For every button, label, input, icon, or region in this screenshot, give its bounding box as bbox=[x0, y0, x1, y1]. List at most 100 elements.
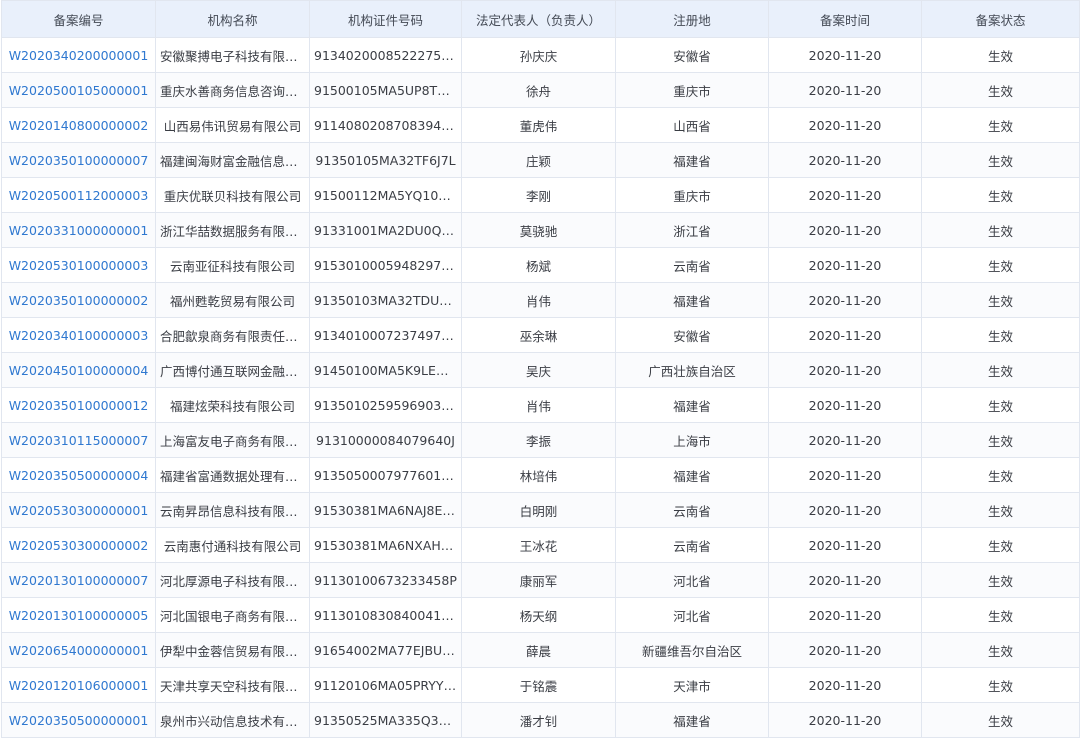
registered-location-cell: 浙江省 bbox=[615, 212, 769, 248]
filing-status-cell: 生效 bbox=[921, 597, 1080, 633]
certificate-number-cell: 913401000723749760 bbox=[309, 317, 462, 353]
registered-location-cell: 福建省 bbox=[615, 457, 769, 493]
certificate-number-cell: 91450100MA5K9LEU5C bbox=[309, 352, 462, 388]
table-row: W2020340200000001 安徽聚搏电子科技有限公... 913402000… bbox=[1, 37, 1080, 73]
filing-status-cell: 生效 bbox=[921, 212, 1080, 248]
filing-status-cell: 生效 bbox=[921, 387, 1080, 423]
filing-number-link[interactable]: W2020140800000002 bbox=[1, 107, 156, 143]
institution-name-cell: 福州甦乾贸易有限公司 bbox=[155, 282, 310, 318]
filing-status-cell: 生效 bbox=[921, 667, 1080, 703]
filing-date-cell: 2020-11-20 bbox=[768, 37, 922, 73]
filing-number-link[interactable]: W2020350500000001 bbox=[1, 702, 156, 738]
legal-representative-cell: 肖伟 bbox=[461, 282, 616, 318]
filing-status-cell: 生效 bbox=[921, 177, 1080, 213]
table-row: W2020130100000007 河北厚源电子科技有限公... 911301006… bbox=[1, 562, 1080, 598]
institution-name-cell: 河北国银电子商务有限公... bbox=[155, 597, 310, 633]
filing-status-cell: 生效 bbox=[921, 72, 1080, 108]
certificate-number-cell: 91350525MA335Q329X bbox=[309, 702, 462, 738]
table-row: W2020350100000007 福建闽海财富金融信息服... 91350105M… bbox=[1, 142, 1080, 178]
certificate-number-cell: 91310000084079640J bbox=[309, 422, 462, 458]
filing-number-link[interactable]: W2020500112000003 bbox=[1, 177, 156, 213]
filing-status-cell: 生效 bbox=[921, 562, 1080, 598]
filing-status-cell: 生效 bbox=[921, 527, 1080, 563]
registered-location-cell: 安徽省 bbox=[615, 317, 769, 353]
filing-number-link[interactable]: W2020350100000012 bbox=[1, 387, 156, 423]
filing-number-link[interactable]: W2020340100000003 bbox=[1, 317, 156, 353]
header-certificate-number: 机构证件号码 bbox=[309, 0, 462, 38]
filing-number-link[interactable]: W2020530300000001 bbox=[1, 492, 156, 528]
table-body: W2020340200000001 安徽聚搏电子科技有限公... 913402000… bbox=[1, 37, 1080, 738]
table-row: W2020500112000003 重庆优联贝科技有限公司 91500112MA5Y… bbox=[1, 177, 1080, 213]
filing-date-cell: 2020-11-20 bbox=[768, 562, 922, 598]
header-filing-date: 备案时间 bbox=[768, 0, 922, 38]
filing-number-link[interactable]: W2020331000000001 bbox=[1, 212, 156, 248]
filing-number-link[interactable]: W2020350100000007 bbox=[1, 142, 156, 178]
legal-representative-cell: 巫余琳 bbox=[461, 317, 616, 353]
table-row: W2020500105000001 重庆水善商务信息咨询有... 91500105M… bbox=[1, 72, 1080, 108]
institution-name-cell: 福建省富通数据处理有限... bbox=[155, 457, 310, 493]
certificate-number-cell: 91350105MA32TF6J7L bbox=[309, 142, 462, 178]
filing-number-link[interactable]: W2020530100000003 bbox=[1, 247, 156, 283]
filing-status-cell: 生效 bbox=[921, 632, 1080, 668]
filing-status-cell: 生效 bbox=[921, 317, 1080, 353]
institution-name-cell: 云南昇昂信息科技有限公... bbox=[155, 492, 310, 528]
institution-name-cell: 云南亚征科技有限公司 bbox=[155, 247, 310, 283]
table-row: W2020350500000004 福建省富通数据处理有限... 913505000… bbox=[1, 457, 1080, 493]
filing-number-link[interactable]: W2020310115000007 bbox=[1, 422, 156, 458]
filing-number-link[interactable]: W2020130100000005 bbox=[1, 597, 156, 633]
table-row: W2020530300000001 云南昇昂信息科技有限公... 91530381M… bbox=[1, 492, 1080, 528]
filing-number-link[interactable]: W2020530300000002 bbox=[1, 527, 156, 563]
table-row: W2020350100000012 福建炫荣科技有限公司 9135010259596… bbox=[1, 387, 1080, 423]
registered-location-cell: 上海市 bbox=[615, 422, 769, 458]
table-row: W2020450100000004 广西博付通互联网金融服... 91450100M… bbox=[1, 352, 1080, 388]
filing-number-link[interactable]: W2020450100000004 bbox=[1, 352, 156, 388]
certificate-number-cell: 91350103MA32TDUY7W bbox=[309, 282, 462, 318]
filing-date-cell: 2020-11-20 bbox=[768, 387, 922, 423]
certificate-number-cell: 911408020870839444 bbox=[309, 107, 462, 143]
legal-representative-cell: 董虎伟 bbox=[461, 107, 616, 143]
legal-representative-cell: 孙庆庆 bbox=[461, 37, 616, 73]
table-header-row: 备案编号 机构名称 机构证件号码 法定代表人（负责人） 注册地 备案时间 备案状态 bbox=[1, 0, 1080, 38]
legal-representative-cell: 王冰花 bbox=[461, 527, 616, 563]
filing-status-cell: 生效 bbox=[921, 142, 1080, 178]
institution-name-cell: 重庆水善商务信息咨询有... bbox=[155, 72, 310, 108]
filing-number-link[interactable]: W2020340200000001 bbox=[1, 37, 156, 73]
filing-status-cell: 生效 bbox=[921, 107, 1080, 143]
certificate-number-cell: 91500105MA5UP8TKX7 bbox=[309, 72, 462, 108]
filing-date-cell: 2020-11-20 bbox=[768, 177, 922, 213]
filing-status-cell: 生效 bbox=[921, 247, 1080, 283]
certificate-number-cell: 913505000797760114 bbox=[309, 457, 462, 493]
table-row: W2020130100000005 河北国银电子商务有限公... 911301083… bbox=[1, 597, 1080, 633]
filing-status-cell: 生效 bbox=[921, 702, 1080, 738]
registered-location-cell: 广西壮族自治区 bbox=[615, 352, 769, 388]
table-row: W2020530300000002 云南惠付通科技有限公司 91530381MA6N… bbox=[1, 527, 1080, 563]
legal-representative-cell: 杨天纲 bbox=[461, 597, 616, 633]
filing-number-link[interactable]: W2020130100000007 bbox=[1, 562, 156, 598]
filing-date-cell: 2020-11-20 bbox=[768, 597, 922, 633]
institution-name-cell: 安徽聚搏电子科技有限公... bbox=[155, 37, 310, 73]
institution-name-cell: 合肥歙泉商务有限责任公... bbox=[155, 317, 310, 353]
filing-date-cell: 2020-11-20 bbox=[768, 702, 922, 738]
filing-date-cell: 2020-11-20 bbox=[768, 247, 922, 283]
filing-number-link[interactable]: W2020500105000001 bbox=[1, 72, 156, 108]
header-institution-name: 机构名称 bbox=[155, 0, 310, 38]
table-row: W2020350100000002 福州甦乾贸易有限公司 91350103MA32T… bbox=[1, 282, 1080, 318]
institution-name-cell: 云南惠付通科技有限公司 bbox=[155, 527, 310, 563]
certificate-number-cell: 91530381MA6NXAHX40 bbox=[309, 527, 462, 563]
filing-status-cell: 生效 bbox=[921, 422, 1080, 458]
institution-name-cell: 伊犁中金蓉信贸易有限公... bbox=[155, 632, 310, 668]
filing-number-link[interactable]: W2020350500000004 bbox=[1, 457, 156, 493]
header-legal-representative: 法定代表人（负责人） bbox=[461, 0, 616, 38]
filing-number-link[interactable]: W2020120106000001 bbox=[1, 667, 156, 703]
registered-location-cell: 云南省 bbox=[615, 492, 769, 528]
registered-location-cell: 福建省 bbox=[615, 702, 769, 738]
header-registered-location: 注册地 bbox=[615, 0, 769, 38]
filing-date-cell: 2020-11-20 bbox=[768, 457, 922, 493]
registered-location-cell: 重庆市 bbox=[615, 177, 769, 213]
table-row: W2020310115000007 上海富友电子商务有限公... 913100000… bbox=[1, 422, 1080, 458]
registered-location-cell: 河北省 bbox=[615, 562, 769, 598]
table-row: W2020331000000001 浙江华喆数据服务有限公... 91331001M… bbox=[1, 212, 1080, 248]
filing-number-link[interactable]: W2020654000000001 bbox=[1, 632, 156, 668]
registered-location-cell: 新疆维吾尔自治区 bbox=[615, 632, 769, 668]
filing-number-link[interactable]: W2020350100000002 bbox=[1, 282, 156, 318]
